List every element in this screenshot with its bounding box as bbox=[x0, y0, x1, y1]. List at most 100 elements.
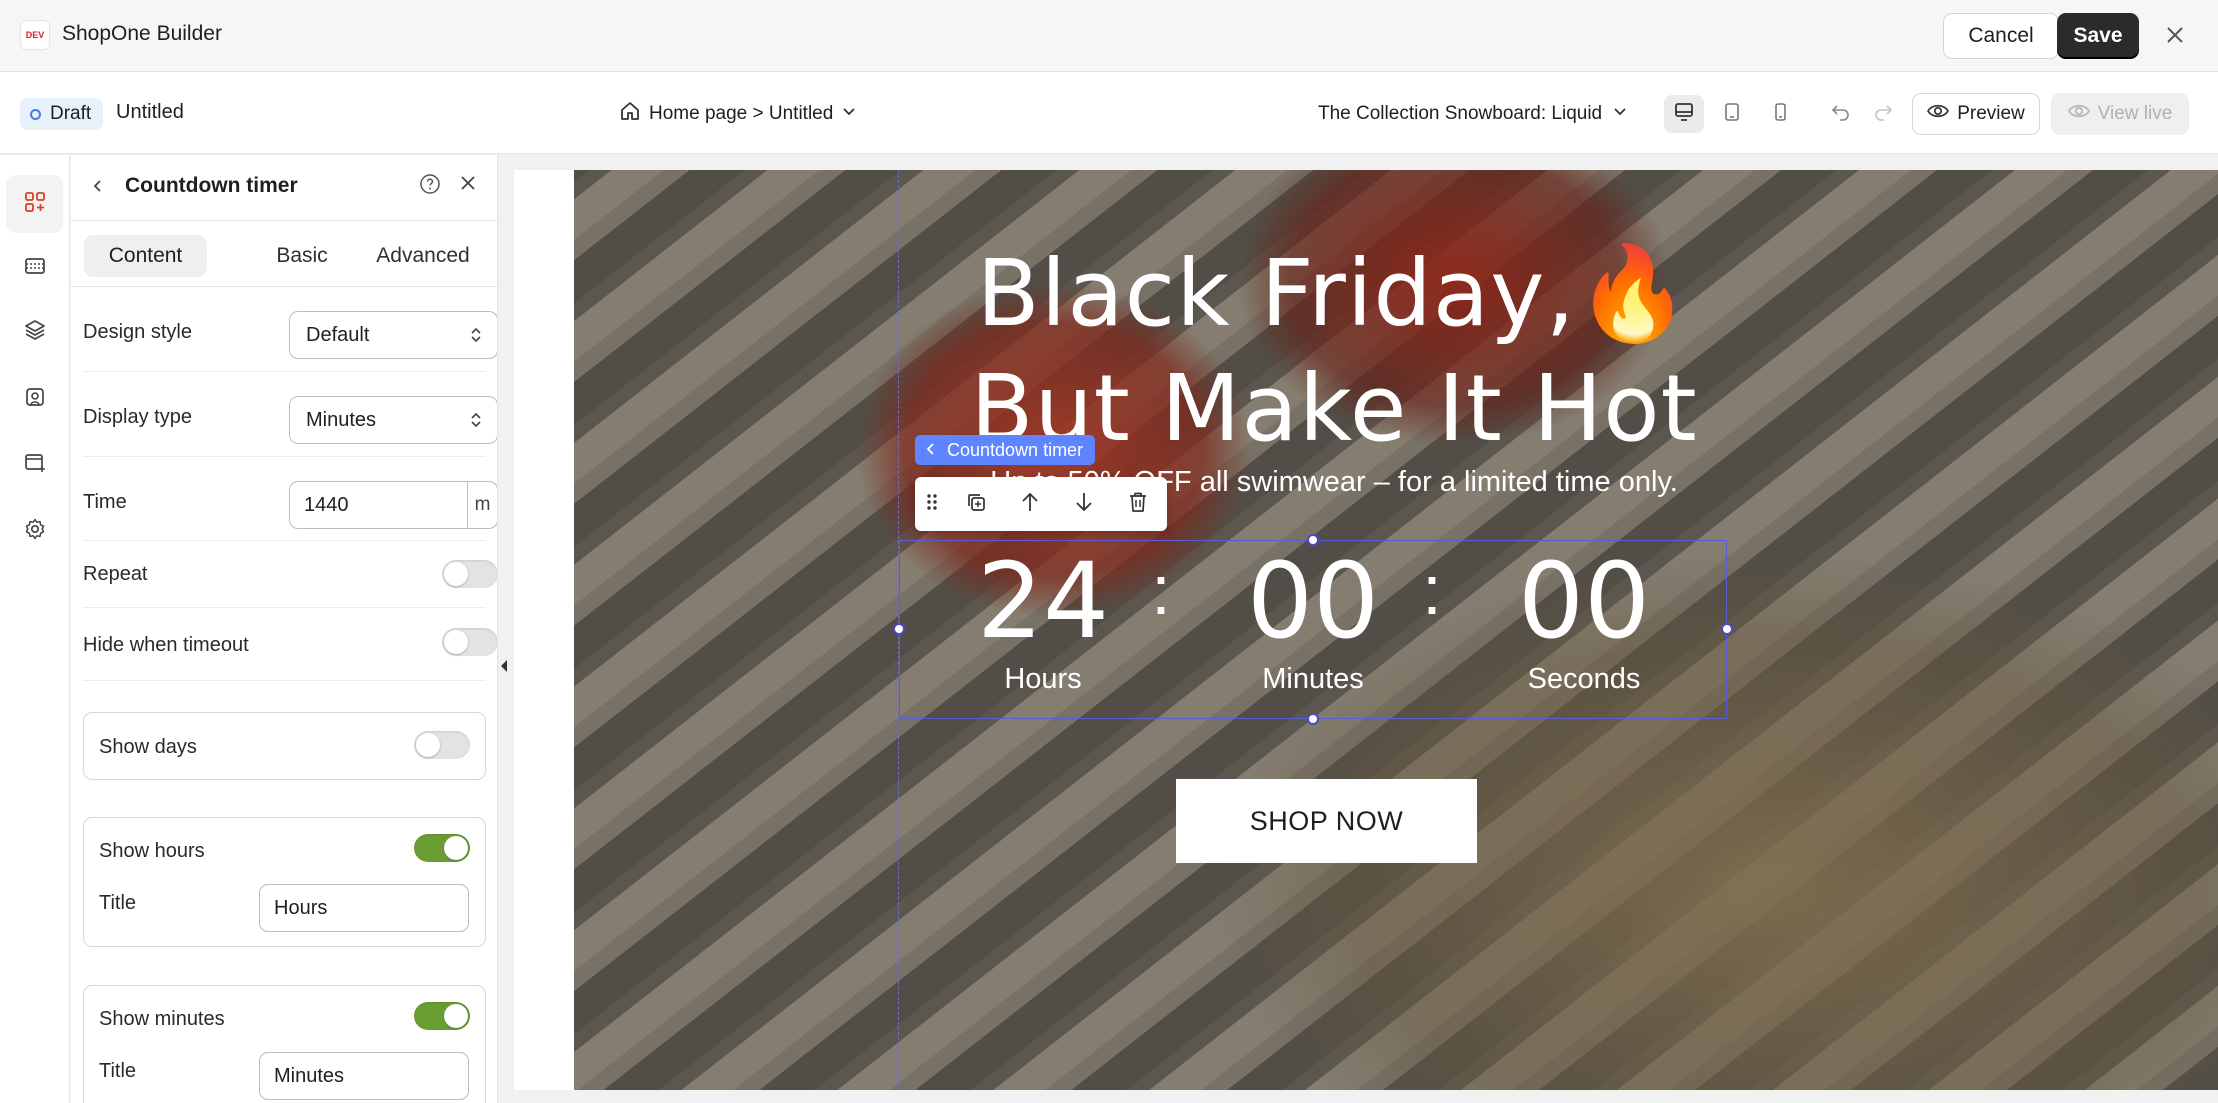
redo-button[interactable] bbox=[1867, 97, 1899, 131]
preview-button[interactable]: Preview bbox=[1912, 93, 2040, 135]
desktop-icon bbox=[1673, 101, 1695, 128]
preview-label: Preview bbox=[1957, 103, 2025, 124]
redo-icon bbox=[1873, 102, 1893, 127]
selection-tag-label: Countdown timer bbox=[947, 439, 1084, 460]
chevron-down-icon bbox=[1612, 103, 1628, 125]
tablet-view-button[interactable] bbox=[1712, 95, 1752, 133]
tab-advanced[interactable]: Advanced bbox=[355, 235, 491, 277]
trash-icon bbox=[1128, 491, 1148, 518]
design-style-label: Design style bbox=[83, 321, 192, 343]
template-name: The Collection Snowboard: Liquid bbox=[1318, 103, 1603, 124]
countdown-minutes: 00 bbox=[1246, 540, 1380, 662]
hide-when-timeout-label: Hide when timeout bbox=[83, 634, 249, 656]
element-toolbar bbox=[915, 477, 1167, 531]
hide-when-timeout-toggle[interactable] bbox=[442, 628, 497, 656]
back-button[interactable] bbox=[85, 175, 111, 201]
display-type-label: Display type bbox=[83, 406, 192, 428]
show-hours-toggle[interactable] bbox=[414, 834, 470, 862]
countdown-seconds-label: Seconds bbox=[1527, 663, 1641, 695]
show-minutes-card: Show minutes Title Minutes bbox=[83, 985, 486, 1103]
minutes-title-input[interactable]: Minutes bbox=[259, 1052, 469, 1100]
selection-tag[interactable]: Countdown timer bbox=[915, 435, 1096, 465]
undo-icon bbox=[1831, 102, 1851, 127]
library-button[interactable] bbox=[6, 370, 63, 428]
panel-collapse-handle[interactable] bbox=[497, 648, 511, 688]
display-type-row: Display type Minutes bbox=[83, 372, 497, 457]
pages-icon bbox=[23, 451, 47, 480]
countdown-separator: : bbox=[1422, 551, 1442, 629]
settings-button[interactable] bbox=[6, 502, 63, 560]
close-icon bbox=[459, 174, 477, 197]
hours-title-input[interactable]: Hours bbox=[259, 884, 469, 932]
settings-panel: Countdown timer Content Basic Advanced D… bbox=[71, 155, 498, 1103]
design-style-select[interactable]: Default bbox=[289, 311, 497, 359]
resize-handle-top[interactable] bbox=[1307, 534, 1319, 546]
undo-button[interactable] bbox=[1825, 97, 1857, 131]
eye-icon bbox=[2067, 100, 2090, 128]
hero-headline-line-1[interactable]: Black Friday,🔥 bbox=[574, 240, 2094, 348]
display-type-select[interactable]: Minutes bbox=[289, 396, 497, 444]
drag-handle[interactable] bbox=[915, 477, 949, 531]
elements-button[interactable] bbox=[6, 175, 63, 233]
view-live-button[interactable]: View live bbox=[2051, 93, 2189, 135]
pages-button[interactable] bbox=[6, 436, 63, 494]
time-row: Time 1440 m bbox=[83, 457, 497, 541]
help-button[interactable] bbox=[417, 173, 443, 199]
sections-icon bbox=[23, 254, 47, 283]
help-icon bbox=[419, 173, 441, 200]
page-name: Untitled bbox=[116, 101, 184, 123]
design-style-value: Default bbox=[306, 323, 370, 346]
show-days-card: Show days bbox=[83, 712, 486, 780]
eye-icon bbox=[1927, 100, 1950, 128]
draft-dot-icon bbox=[30, 108, 41, 120]
hero-subtitle[interactable]: Up to 50% OFF all swimwear – for a limit… bbox=[574, 466, 2094, 499]
tablet-icon bbox=[1721, 101, 1743, 128]
mobile-icon bbox=[1769, 101, 1791, 128]
countdown-hours: 24 bbox=[976, 540, 1110, 662]
time-value: 1440 bbox=[304, 493, 349, 516]
shop-now-button[interactable]: SHOP NOW bbox=[1176, 779, 1477, 863]
chevron-left-icon bbox=[90, 178, 106, 199]
canvas-margin bbox=[514, 170, 574, 1090]
show-days-label: Show days bbox=[99, 736, 197, 758]
panel-header: Countdown timer bbox=[71, 155, 497, 221]
save-button[interactable]: Save bbox=[2057, 13, 2139, 59]
template-selector[interactable]: The Collection Snowboard: Liquid bbox=[1318, 98, 1628, 130]
panel-title: Countdown timer bbox=[125, 174, 298, 197]
gear-icon bbox=[23, 517, 47, 546]
sections-button[interactable] bbox=[6, 239, 63, 297]
tab-content[interactable]: Content bbox=[84, 235, 207, 277]
left-rail bbox=[0, 155, 70, 1103]
close-icon[interactable] bbox=[2160, 18, 2190, 52]
move-down-button[interactable] bbox=[1057, 477, 1111, 531]
move-up-button[interactable] bbox=[1003, 477, 1057, 531]
breadcrumb: Home page > Untitled bbox=[649, 103, 834, 124]
layers-button[interactable] bbox=[6, 303, 63, 361]
duplicate-icon bbox=[965, 491, 987, 518]
show-minutes-label: Show minutes bbox=[99, 1008, 225, 1030]
resize-handle-right[interactable] bbox=[1721, 623, 1733, 635]
tab-basic[interactable]: Basic bbox=[249, 235, 355, 277]
hours-title-label: Title bbox=[99, 892, 137, 914]
duplicate-button[interactable] bbox=[949, 477, 1003, 531]
hero-headline-line-2[interactable]: But Make It Hot bbox=[574, 355, 2094, 462]
repeat-toggle[interactable] bbox=[442, 560, 497, 588]
elements-icon bbox=[23, 190, 47, 219]
mobile-view-button[interactable] bbox=[1760, 95, 1800, 133]
resize-handle-left[interactable] bbox=[893, 623, 905, 635]
delete-button[interactable] bbox=[1111, 477, 1165, 531]
minutes-title-label: Title bbox=[99, 1060, 137, 1082]
countdown-separator: : bbox=[1151, 551, 1171, 629]
show-days-toggle[interactable] bbox=[414, 731, 470, 759]
repeat-label: Repeat bbox=[83, 563, 148, 585]
desktop-view-button[interactable] bbox=[1664, 95, 1704, 133]
select-arrows-icon bbox=[469, 410, 483, 436]
view-live-label: View live bbox=[2097, 103, 2173, 124]
resize-handle-bottom[interactable] bbox=[1307, 713, 1319, 725]
cancel-button[interactable]: Cancel bbox=[1943, 13, 2059, 59]
time-input[interactable]: 1440 m bbox=[289, 481, 497, 529]
page-selector[interactable]: Home page > Untitled bbox=[619, 98, 857, 130]
show-minutes-toggle[interactable] bbox=[414, 1002, 470, 1030]
panel-close-button[interactable] bbox=[455, 172, 481, 198]
home-icon bbox=[619, 100, 641, 128]
